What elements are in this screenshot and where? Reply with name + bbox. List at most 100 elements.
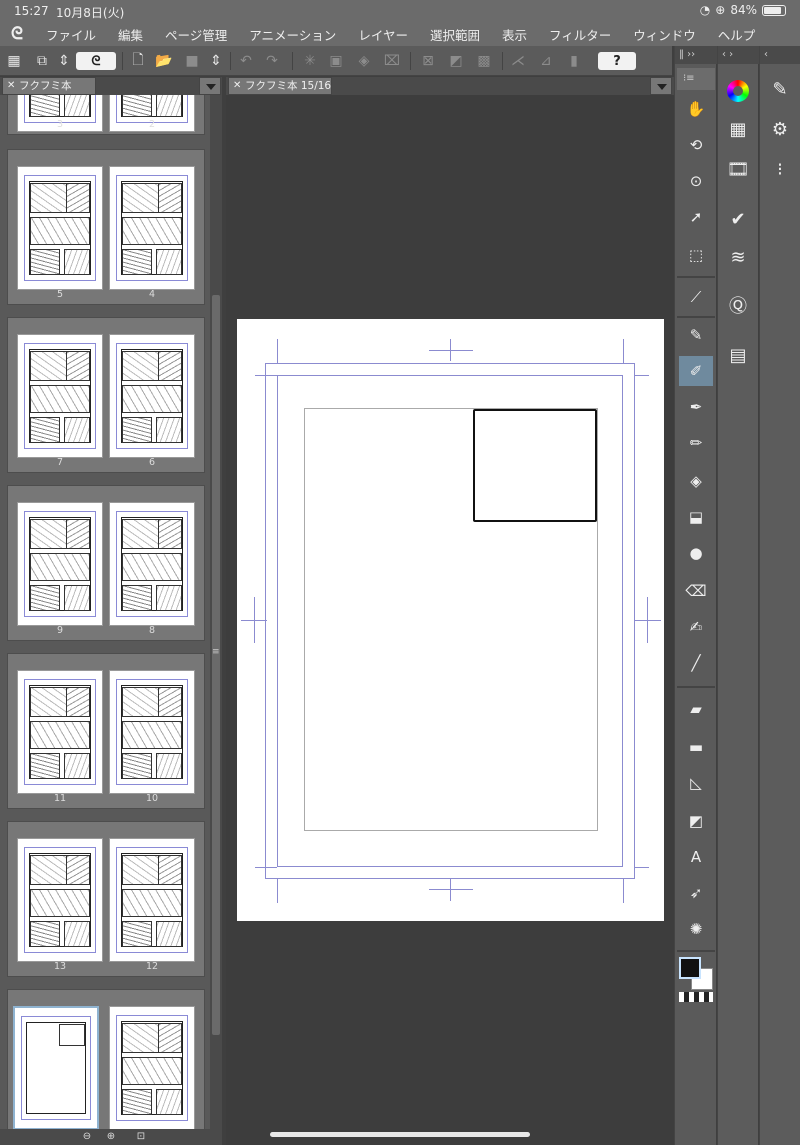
gradient-icon[interactable]: ◩	[679, 806, 713, 836]
tool-property-icon[interactable]: ⚙	[765, 114, 795, 144]
grid-snap-icon[interactable]: ▮	[564, 51, 584, 71]
clear-icon[interactable]: ✳	[300, 51, 320, 71]
balloon-icon[interactable]: ▬	[679, 732, 713, 762]
page-export-icon[interactable]: ⧉	[32, 51, 52, 71]
redo-icon[interactable]: ↷	[262, 51, 282, 71]
rotate-icon[interactable]: ⟲	[679, 130, 713, 160]
zoom-icon[interactable]: ⊙	[679, 166, 713, 196]
manuscript-page[interactable]	[237, 319, 664, 921]
cloud-sync-button[interactable]: ᘓ	[76, 52, 116, 70]
zoom-in-icon[interactable]: ⊕	[104, 1131, 118, 1143]
frame-icon[interactable]: ▰	[679, 694, 713, 724]
menu-selection[interactable]: 選択範囲	[418, 25, 490, 44]
menu-animation[interactable]: アニメーション	[237, 25, 346, 44]
page-thumbnail[interactable]	[109, 838, 195, 962]
blend-icon[interactable]: ●	[679, 538, 713, 568]
navigator-icon[interactable]: Ⓠ	[723, 290, 753, 320]
menu-view[interactable]: 表示	[490, 25, 537, 44]
page-thumbnail[interactable]	[109, 334, 195, 458]
help-button[interactable]: ?	[598, 52, 636, 70]
page-thumbnail[interactable]	[109, 502, 195, 626]
page-thumbnail-list[interactable]: 3 2 5 4 7 6 9 8 11 10 13 12 15 14	[0, 95, 210, 1145]
undo-icon[interactable]: ↶	[236, 51, 256, 71]
page-thumbnail[interactable]	[109, 670, 195, 794]
close-icon[interactable]: ✕	[7, 78, 15, 94]
page-thumbnail[interactable]	[109, 166, 195, 290]
page-thumbnail[interactable]	[17, 838, 103, 962]
zoom-out-icon[interactable]: ⊖	[80, 1131, 94, 1143]
text-icon[interactable]: A	[679, 842, 713, 872]
hand-icon[interactable]: ✋	[679, 94, 713, 124]
page-manager-tab[interactable]: ✕ フクフミ本	[2, 77, 96, 95]
menu-layer[interactable]: レイヤー	[346, 25, 418, 44]
menu-filter[interactable]: フィルター	[537, 25, 621, 44]
page-thumbnail-current[interactable]	[13, 1006, 99, 1130]
grid-view-icon[interactable]: ▦	[4, 51, 24, 71]
brush-size-icon[interactable]: ⁝	[765, 154, 795, 184]
app-logo-icon[interactable]: ᘓ	[0, 24, 34, 44]
timeline-icon[interactable]: 🎞	[723, 154, 753, 184]
canvas-tab[interactable]: ✕ フクフミ本 15/16	[228, 77, 332, 95]
home-indicator[interactable]	[270, 1132, 530, 1137]
color-wheel-icon[interactable]	[723, 76, 753, 106]
page-thumbnail[interactable]	[17, 166, 103, 290]
transform-icon[interactable]: ⌧	[382, 51, 402, 71]
menu-page-management[interactable]: ページ管理	[153, 25, 237, 44]
brush-icon[interactable]: ✒	[679, 392, 713, 422]
decorate-icon[interactable]: ✍	[679, 612, 713, 642]
pencil-icon[interactable]: ✐	[679, 356, 713, 386]
menu-edit[interactable]: 編集	[106, 25, 153, 44]
new-file-icon[interactable]: 🗋	[128, 51, 148, 71]
menu-window[interactable]: ウィンドウ	[621, 25, 706, 44]
fill-selection-icon[interactable]: ▣	[326, 51, 346, 71]
page-spread[interactable]: 9 8	[7, 485, 205, 641]
special-ruler-snap-icon[interactable]: ⊿	[536, 51, 556, 71]
page-list-scrollbar[interactable]: ≡	[210, 95, 222, 1145]
canvas-area[interactable]	[226, 95, 674, 1145]
select-layer-icon[interactable]: ▩	[474, 51, 494, 71]
panel-resize-grip-icon[interactable]: ≡	[212, 647, 220, 657]
menu-help[interactable]: ヘルプ	[706, 25, 766, 44]
up-down-arrows-icon[interactable]: ⇕	[54, 51, 74, 71]
invert-selection-icon[interactable]: ◩	[446, 51, 466, 71]
tool-palette-header[interactable]: ‖ ››	[675, 46, 717, 64]
page-spread[interactable]: 3 2	[7, 95, 205, 135]
ruler-snap-icon[interactable]: ⋌	[508, 51, 528, 71]
thumbnail-size-icon[interactable]: ⊡	[134, 1131, 148, 1143]
page-thumbnail[interactable]	[17, 670, 103, 794]
scrollbar-thumb[interactable]	[212, 295, 220, 1035]
material-icon[interactable]: ▤	[723, 340, 753, 370]
page-thumbnail[interactable]	[17, 502, 103, 626]
page-spread[interactable]: 5 4	[7, 149, 205, 305]
operation-icon[interactable]: ➚	[679, 202, 713, 232]
pen-icon[interactable]: ✎	[679, 320, 713, 350]
page-spread[interactable]: 13 12	[7, 821, 205, 977]
airbrush-icon[interactable]: ⬓	[679, 502, 713, 532]
page-spread-current[interactable]: 15 14	[7, 989, 205, 1145]
menu-file[interactable]: ファイル	[34, 25, 106, 44]
main-color-swatch[interactable]	[679, 957, 701, 979]
transparent-color-swatch[interactable]	[679, 992, 713, 1002]
canvas-menu-dropdown[interactable]	[650, 77, 672, 95]
layer-icon[interactable]: ≋	[723, 242, 753, 272]
effect-icon[interactable]: ✺	[679, 914, 713, 944]
panel-menu-dropdown[interactable]	[199, 77, 221, 95]
deselect-icon[interactable]: ⊠	[418, 51, 438, 71]
layer-property-icon[interactable]: ✔	[723, 204, 753, 234]
open-file-icon[interactable]: 📂	[154, 51, 174, 71]
reorder-arrows-icon[interactable]: ⇕	[206, 51, 226, 71]
marker-icon[interactable]: ✏	[679, 428, 713, 458]
save-icon[interactable]: ■	[182, 51, 202, 71]
sub-tool-column-header[interactable]: ‹	[760, 46, 800, 64]
eraser-selection-icon[interactable]: ◈	[354, 51, 374, 71]
color-set-icon[interactable]: ▦	[723, 114, 753, 144]
page-spread[interactable]: 11 10	[7, 653, 205, 809]
correct-line-icon[interactable]: ➶	[679, 878, 713, 908]
page-thumbnail[interactable]	[17, 334, 103, 458]
close-icon[interactable]: ✕	[233, 78, 241, 94]
line-icon[interactable]: ╱	[679, 648, 713, 678]
sub-tool-icon[interactable]: ✎	[765, 74, 795, 104]
page-spread[interactable]: 7 6	[7, 317, 205, 473]
ruler-icon[interactable]: ◺	[679, 768, 713, 798]
tool-palette-menu[interactable]: ⁝≡	[677, 68, 715, 90]
